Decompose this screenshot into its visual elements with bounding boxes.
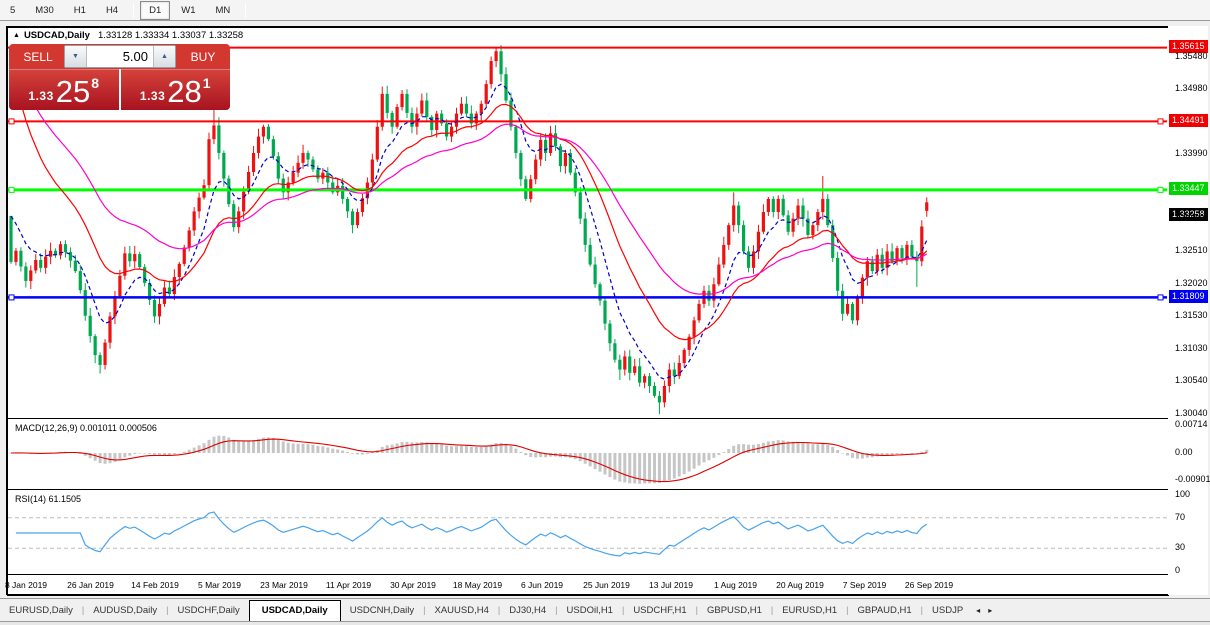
date-axis-label: 14 Feb 2019: [120, 580, 190, 590]
buy-price-pip: 1: [203, 75, 211, 91]
ohlc-quote-values: 1.33128 1.33334 1.33037 1.33258: [98, 30, 243, 41]
rsi-tick-label: 70: [1175, 512, 1185, 522]
sell-price-prefix: 1.33: [28, 89, 53, 103]
price-tick-label: 1.35480: [1175, 51, 1208, 61]
sell-price-pip: 8: [91, 75, 99, 91]
date-axis-label: 11 Apr 2019: [314, 580, 384, 590]
chart-canvas[interactable]: [7, 27, 1209, 596]
chart-window: ▲ USDCAD,Daily 1.33128 1.33334 1.33037 1.3…: [6, 26, 1208, 595]
timeframe-button-h4[interactable]: H4: [97, 1, 127, 20]
macd-tick-label: 0.00: [1175, 447, 1193, 457]
macd-tick-label: -0.009015: [1175, 474, 1210, 484]
trading-terminal: 5M30H1H4D1W1MN ▲USDCAD,Daily1.33128 1.33…: [0, 0, 1210, 625]
price-tick-label: 1.33010: [1175, 213, 1208, 223]
date-axis-label: 26 Jan 2019: [56, 580, 126, 590]
sell-price-button[interactable]: 1.33 25 8: [9, 69, 119, 110]
timeframe-button-mn[interactable]: MN: [207, 1, 240, 20]
date-axis-label: 23 Mar 2019: [249, 580, 319, 590]
timeframe-button-m30[interactable]: M30: [26, 1, 62, 20]
chart-tab-eurusd-h1[interactable]: EURUSD,H1: [773, 601, 846, 620]
price-tick-label: 1.30040: [1175, 408, 1208, 418]
buy-price-main: 28: [167, 76, 201, 107]
date-axis-label: 20 Aug 2019: [765, 580, 835, 590]
date-axis-label: 8 Jan 2019: [0, 580, 61, 590]
rsi-tick-label: 100: [1175, 489, 1190, 499]
chart-tab-gbpusd-h1[interactable]: GBPUSD,H1: [698, 601, 771, 620]
chart-tab-usdcnh-daily[interactable]: USDCNH,Daily: [341, 601, 423, 620]
trade-panel-price-row: 1.33 25 8 1.33 28 1: [9, 69, 230, 110]
date-axis-label: 30 Apr 2019: [378, 580, 448, 590]
price-tick-label: 1.30540: [1175, 375, 1208, 385]
date-axis-label: 26 Sep 2019: [894, 580, 964, 590]
timeframe-button-h1[interactable]: H1: [65, 1, 95, 20]
tabs-scroll-left-button[interactable]: ◂: [972, 603, 984, 618]
chart-tab-usdcad-daily[interactable]: USDCAD,Daily: [249, 600, 341, 622]
macd-tick-label: 0.00714: [1175, 419, 1208, 429]
chart-title: ▲ USDCAD,Daily 1.33128 1.33334 1.33037 1.3…: [13, 30, 243, 41]
timeframe-button-w1[interactable]: W1: [172, 1, 204, 20]
level-price-label: 1.34491: [1169, 114, 1208, 127]
date-axis-label: 18 May 2019: [443, 580, 513, 590]
bottom-strip: [0, 621, 1210, 625]
volume-input[interactable]: [87, 46, 153, 67]
chart-tab-xauusd-h4[interactable]: XAUUSD,H4: [425, 601, 497, 620]
buy-price-button[interactable]: 1.33 28 1: [121, 69, 231, 110]
price-axis[interactable]: 1.356151.344911.334471.318091.332581.354…: [1168, 26, 1208, 595]
collapse-arrow-icon[interactable]: ▲: [13, 32, 20, 39]
chart-tab-usdchf-daily[interactable]: USDCHF,Daily: [168, 601, 248, 620]
timeframe-toolbar: 5M30H1H4 D1W1MN: [0, 0, 1210, 21]
chart-tab-eurusd-daily[interactable]: EURUSD,Daily: [0, 601, 82, 620]
price-tick-label: 1.31530: [1175, 310, 1208, 320]
macd-indicator-label: MACD(12,26,9) 0.001011 0.000506: [15, 423, 157, 433]
symbol-period-label: USDCAD,Daily: [24, 30, 90, 41]
volume-decrease-button[interactable]: ▼: [65, 46, 87, 67]
date-axis-label: 7 Sep 2019: [830, 580, 900, 590]
chart-tab-usdchf-h1[interactable]: USDCHF,H1: [624, 601, 695, 620]
chart-tab-bar: EURUSD,Daily|AUDUSD,Daily|USDCHF,DailyUS…: [0, 598, 1210, 621]
chart-tab-audusd-daily[interactable]: AUDUSD,Daily: [84, 601, 166, 620]
chart-tab-gbpaud-h1[interactable]: GBPAUD,H1: [848, 601, 920, 620]
chart-plot-region[interactable]: ▲ USDCAD,Daily 1.33128 1.33334 1.33037 1.3…: [7, 27, 1169, 594]
sell-price-main: 25: [56, 76, 90, 107]
one-click-trading-panel: SELL ▼ ▲ BUY 1.33 25 8 1.33: [9, 44, 230, 110]
timeframe-button-d1[interactable]: D1: [140, 1, 170, 20]
chart-tab-dj30-h4[interactable]: DJ30,H4: [500, 601, 555, 620]
volume-increase-button[interactable]: ▲: [153, 46, 175, 67]
chart-tab-usdjp[interactable]: USDJP: [923, 601, 972, 620]
price-tick-label: 1.34980: [1175, 83, 1208, 93]
date-axis-label: 6 Jun 2019: [507, 580, 577, 590]
rsi-tick-label: 30: [1175, 542, 1185, 552]
toolbar-separator: [245, 3, 246, 18]
trade-panel-top-row: SELL ▼ ▲ BUY: [9, 44, 230, 69]
date-axis-label: 1 Aug 2019: [701, 580, 771, 590]
rsi-indicator-label: RSI(14) 61.1505: [15, 494, 81, 504]
rsi-tick-label: 0: [1175, 565, 1180, 575]
price-tick-label: 1.32020: [1175, 278, 1208, 288]
volume-spinner: ▼ ▲: [64, 45, 176, 68]
price-tick-label: 1.31030: [1175, 343, 1208, 353]
tabs-scroll-right-button[interactable]: ▸: [984, 603, 996, 618]
level-price-label: 1.31809: [1169, 290, 1208, 303]
date-axis-label: 5 Mar 2019: [185, 580, 255, 590]
buy-price-prefix: 1.33: [140, 89, 165, 103]
date-axis-label: 13 Jul 2019: [636, 580, 706, 590]
date-axis-label: 25 Jun 2019: [572, 580, 642, 590]
toolbar-separator: [133, 3, 134, 18]
chart-tab-usdoil-h1[interactable]: USDOil,H1: [558, 601, 622, 620]
timeframe-button-5[interactable]: 5: [1, 1, 24, 20]
level-price-label: 1.33447: [1169, 182, 1208, 195]
price-tick-label: 1.32510: [1175, 245, 1208, 255]
buy-button[interactable]: BUY: [176, 44, 230, 69]
sell-button[interactable]: SELL: [9, 44, 67, 69]
price-tick-label: 1.33990: [1175, 148, 1208, 158]
